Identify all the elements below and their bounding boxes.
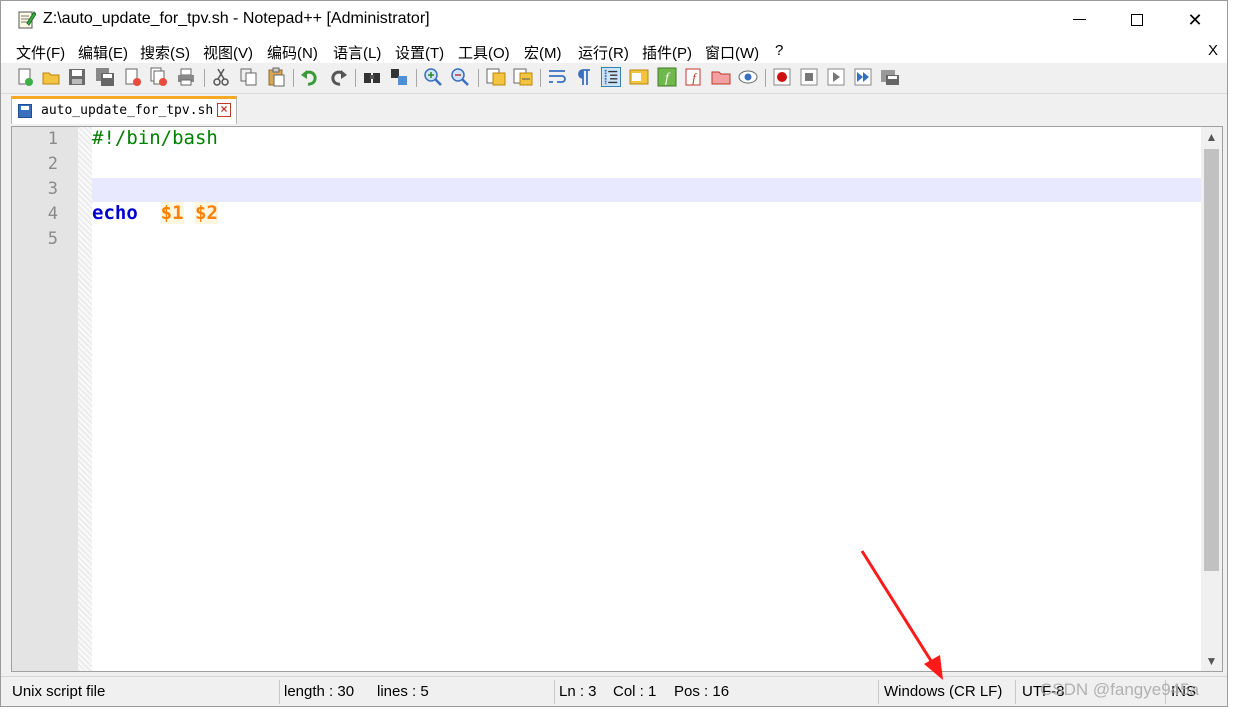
annotation-arrow-icon	[860, 550, 943, 680]
watermark: CSDN @fangye945a	[1040, 680, 1200, 699]
